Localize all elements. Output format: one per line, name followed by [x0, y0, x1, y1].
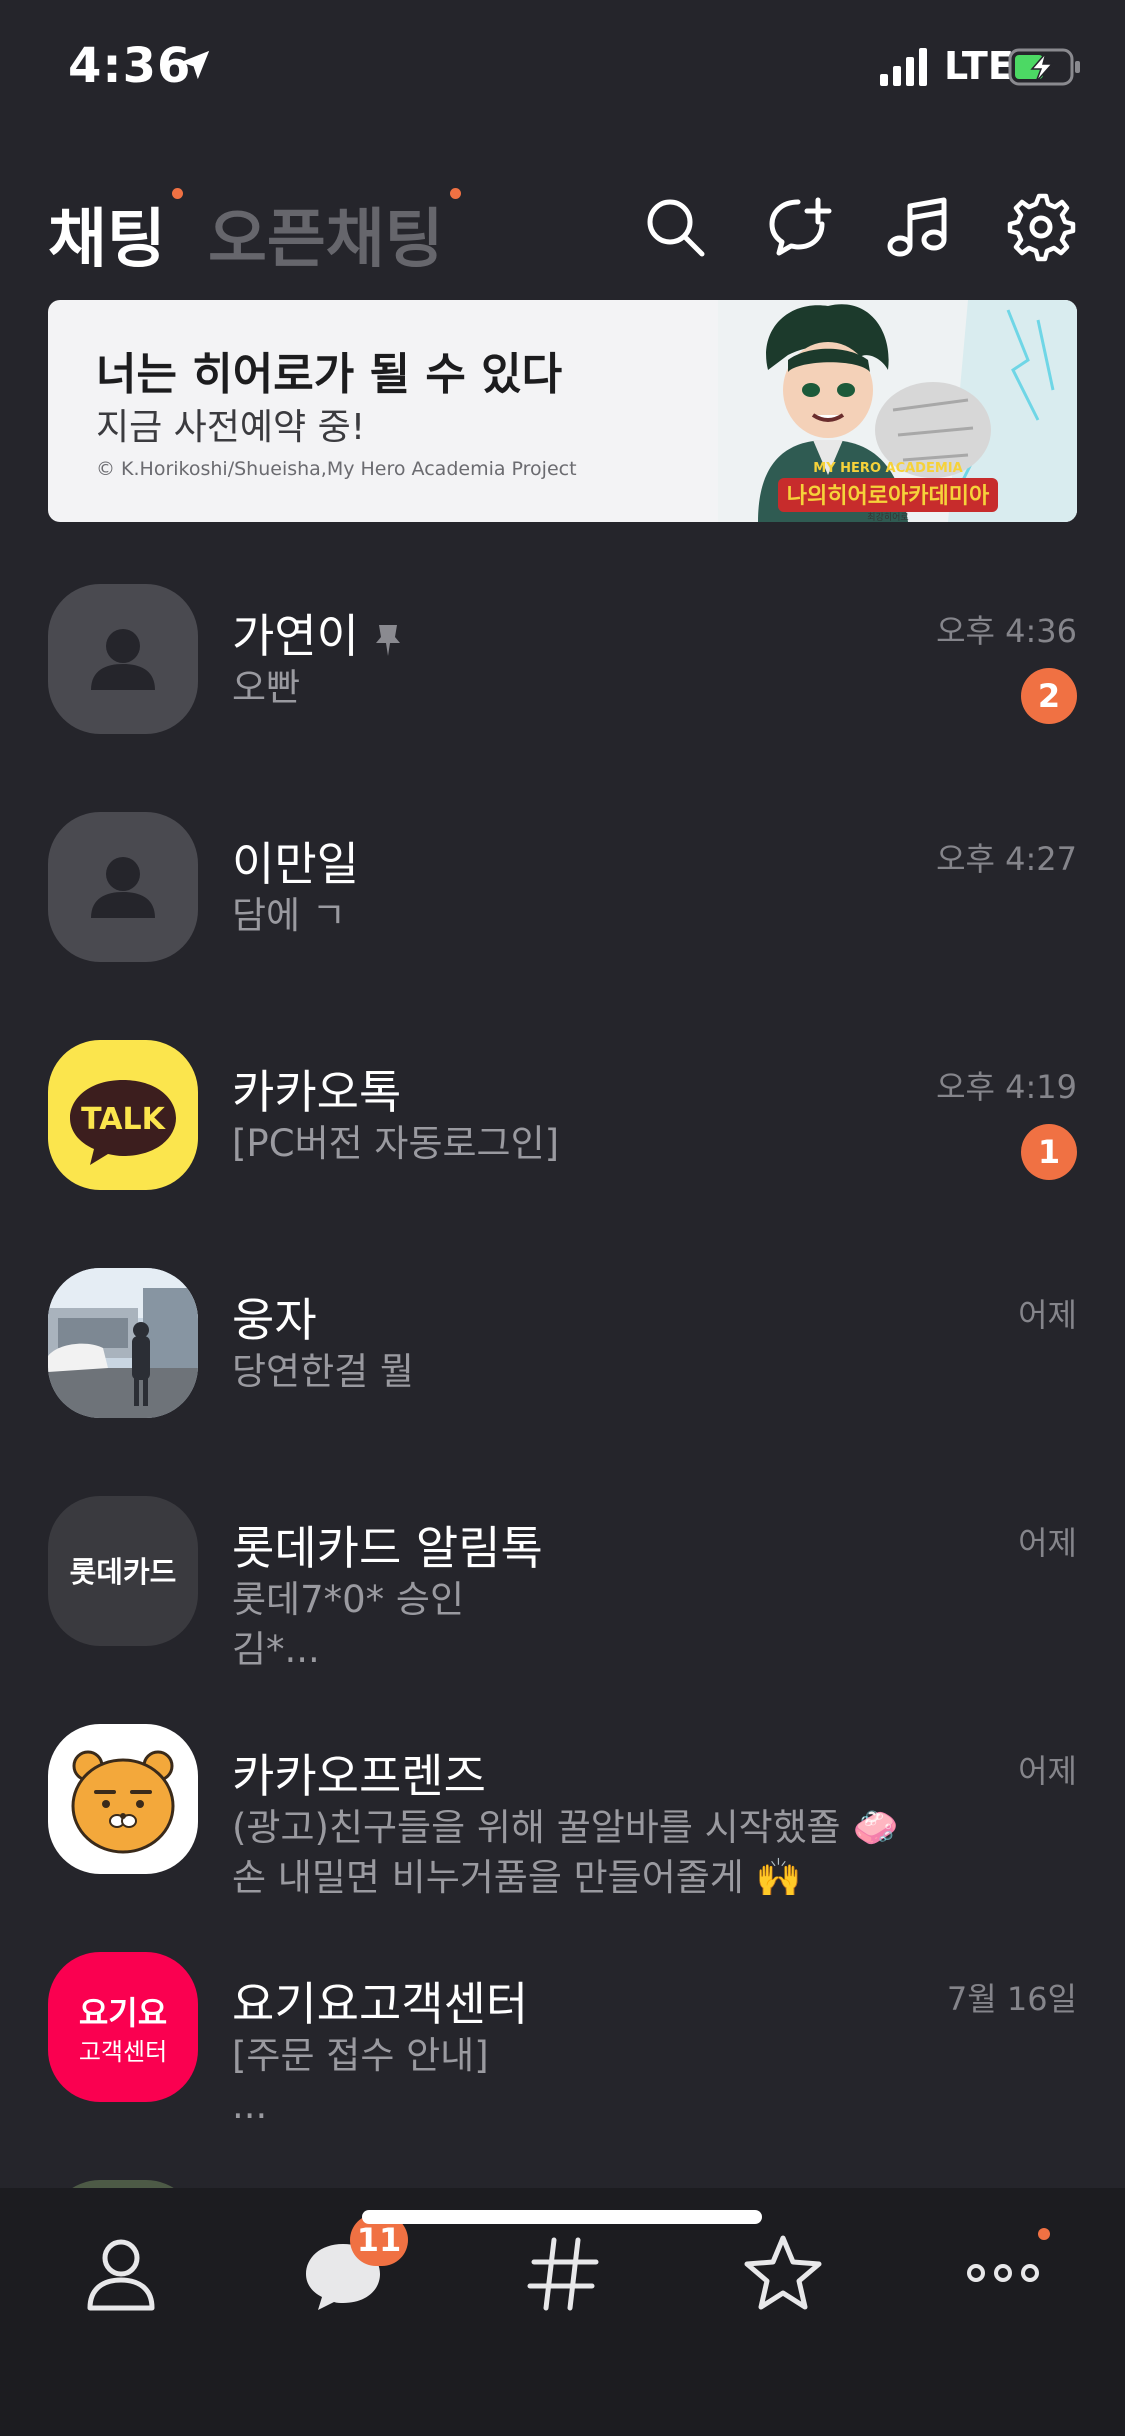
chat-time: 어제: [1018, 1296, 1077, 1334]
hashtag-icon[interactable]: [518, 2228, 608, 2318]
chat-row[interactable]: 가연이 오빤 오후 4:36 2: [0, 560, 1125, 788]
chat-preview: 오빤: [232, 666, 301, 709]
chat-row[interactable]: 이만일 담에 ㄱ 오후 4:27: [0, 788, 1125, 1016]
friends-icon[interactable]: [76, 2228, 166, 2318]
banner-logo-text: 나의히어로아카데미아: [787, 484, 990, 509]
chat-row[interactable]: 웅자 당연한걸 뭘 어제: [0, 1244, 1125, 1472]
search-icon[interactable]: [640, 192, 710, 262]
ryan-character-icon: [71, 1750, 175, 1854]
chat-time: 어제: [1018, 1524, 1077, 1562]
chat-time: 어제: [1018, 1752, 1077, 1790]
avatar: [48, 584, 198, 734]
chat-name: 가연이: [232, 600, 401, 666]
unread-badge: 1: [1021, 1124, 1077, 1180]
battery-charging-icon: [1008, 48, 1080, 86]
banner-subtitle: 지금 사전예약 중!: [96, 407, 366, 448]
chat-preview: 롯데7*0* 승인 김*...: [232, 1578, 465, 1671]
kakaotalk-logo-icon: TALK: [70, 1080, 176, 1165]
location-arrow-icon: [180, 50, 210, 80]
chat-time: 오후 4:19: [936, 1068, 1077, 1106]
tab-chat-new-dot: [172, 188, 183, 199]
chat-row[interactable]: TALK 카카오톡 [PC버전 자동로그인] 오후 4:19 1: [0, 1016, 1125, 1244]
chat-preview: [주문 접수 안내] ...: [232, 2034, 489, 2127]
chat-name: 웅자: [232, 1293, 317, 1347]
pin-icon: [375, 624, 400, 656]
home-indicator[interactable]: [362, 2210, 762, 2224]
chat-name: 요기요고객센터: [232, 1977, 529, 2031]
lottecard-logo-icon: 롯데카드: [70, 1555, 177, 1589]
network-type: LTE: [944, 44, 1014, 88]
chat-name: 카카오톡: [232, 1065, 402, 1119]
chat-row[interactable]: [0, 2156, 1125, 2188]
more-icon[interactable]: [958, 2228, 1048, 2318]
avatar: [48, 1268, 198, 1418]
chat-name: 이만일: [232, 837, 359, 891]
chat-preview: 담에 ㄱ: [232, 894, 346, 937]
star-icon[interactable]: [738, 2228, 828, 2318]
chat-preview: (광고)친구들을 위해 꿀알바를 시작했죨 🧼 손 내밀면 비누거품을 만들어줄…: [232, 1806, 899, 1899]
status-bar: 4:36 LTE: [0, 0, 1125, 140]
cellular-signal-icon: [880, 48, 927, 86]
chat-name: 롯데카드 알림톡: [232, 1521, 543, 1575]
music-icon[interactable]: [882, 192, 952, 262]
chat-time: 오후 4:36: [936, 612, 1077, 650]
unread-badge: 2: [1021, 668, 1077, 724]
chat-header: 채팅 오픈채팅: [0, 170, 1125, 290]
lottecard-logo-text: 롯데카드: [70, 1555, 177, 1589]
chat-preview: [PC버전 자동로그인]: [232, 1122, 560, 1165]
avatar: [48, 1724, 198, 1874]
avatar: 요기요 고객센터: [48, 1952, 198, 2102]
banner-hero-artwork: MY HERO ACADEMIA 나의히어로아카데미아 최강히어로: [718, 300, 1077, 522]
tab-chat[interactable]: 채팅: [48, 188, 166, 280]
avatar: [48, 2180, 198, 2188]
tab-open-chat[interactable]: 오픈채팅: [208, 188, 444, 280]
chat-time: 7월 16일: [946, 1980, 1077, 2018]
banner-logo-sub: 최강히어로: [867, 512, 908, 522]
chat-preview: 당연한걸 뭘: [232, 1350, 414, 1393]
avatar: 롯데카드: [48, 1496, 198, 1646]
chat-name: 카카오프렌즈: [232, 1749, 486, 1803]
more-new-dot: [1038, 2228, 1050, 2240]
kakaotalk-logo-text: TALK: [81, 1102, 166, 1137]
bottom-tab-bar: 11: [0, 2188, 1125, 2436]
banner-copyright: © K.Horikoshi/Shueisha,My Hero Academia …: [96, 458, 577, 480]
banner-logo-small: MY HERO ACADEMIA: [813, 461, 962, 476]
chat-row[interactable]: 요기요 고객센터 요기요고객센터 [주문 접수 안내] ... 7월 16일: [0, 1928, 1125, 2156]
yogiyo-logo-text: 요기요: [79, 1994, 167, 2032]
yogiyo-logo-sub: 고객센터: [79, 2038, 167, 2066]
settings-icon[interactable]: [1006, 192, 1076, 262]
profile-photo: [48, 1268, 198, 1418]
tab-open-chat-new-dot: [450, 188, 461, 199]
avatar: [48, 812, 198, 962]
default-profile-icon: [91, 629, 155, 690]
banner-title: 너는 히어로가 될 수 있다: [96, 349, 563, 400]
status-time: 4:36: [68, 38, 192, 94]
chat-time: 오후 4:27: [936, 840, 1077, 878]
avatar: TALK: [48, 1040, 198, 1190]
chat-row[interactable]: 롯데카드 롯데카드 알림톡 롯데7*0* 승인 김*... 어제: [0, 1472, 1125, 1700]
default-profile-icon: [91, 857, 155, 918]
new-chat-icon[interactable]: [764, 192, 834, 262]
yogiyo-logo-icon: 요기요 고객센터: [79, 1994, 167, 2066]
chat-row[interactable]: 카카오프렌즈 (광고)친구들을 위해 꿀알바를 시작했죨 🧼 손 내밀면 비누거…: [0, 1700, 1125, 1928]
promo-banner[interactable]: 너는 히어로가 될 수 있다 지금 사전예약 중! © K.Horikoshi/…: [48, 300, 1077, 522]
